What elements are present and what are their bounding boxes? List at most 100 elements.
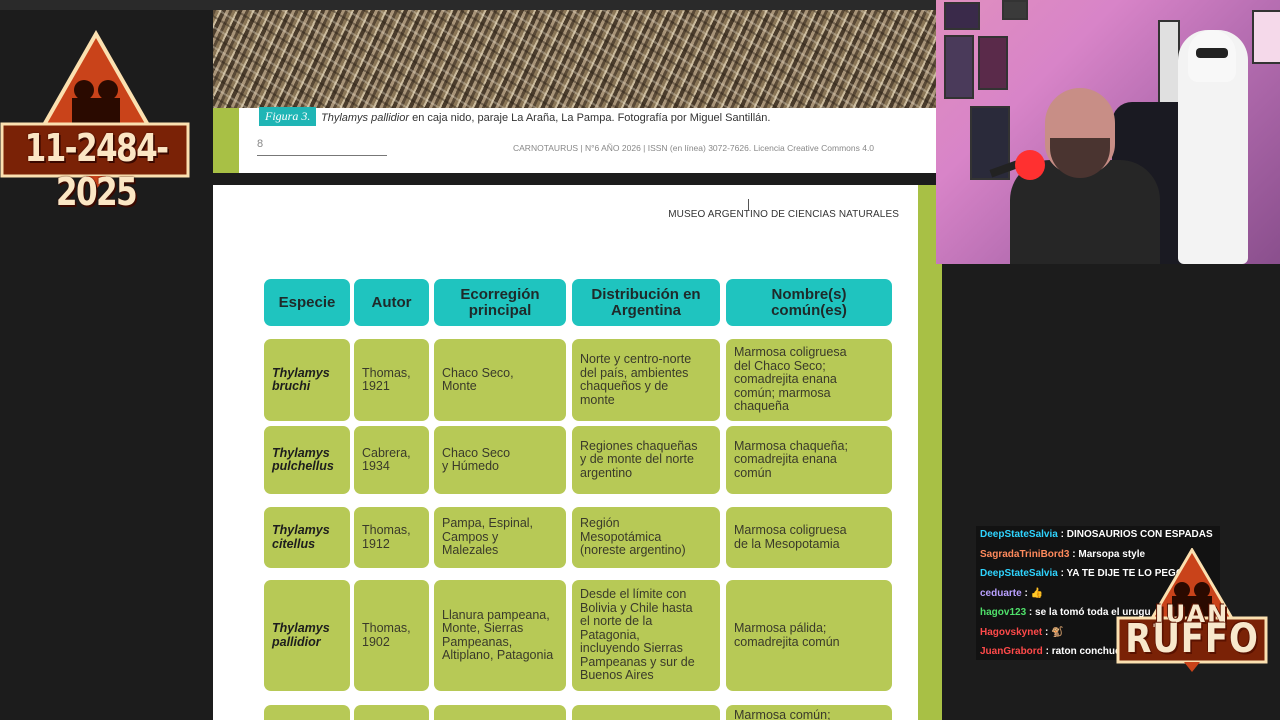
poster <box>1002 0 1028 20</box>
caption-species: Thylamys pallidior <box>321 112 410 124</box>
page-side-bar <box>213 108 239 173</box>
table-cell-common: Marmosa chaqueña; comadrejita enana comú… <box>726 426 892 494</box>
table-cell-author: Thomas, 1912 <box>354 507 429 568</box>
chat-separator: : <box>1057 529 1067 540</box>
microphone-icon <box>1015 150 1045 180</box>
journal-footer: CARNOTAURUS | N°6 AÑO 2026 | ISSN (en lí… <box>513 143 875 153</box>
chat-username[interactable]: hagov123 <box>980 607 1026 618</box>
table-cell-ecoregion: Chaco Seco, Monte <box>434 339 566 421</box>
chat-username[interactable]: Hagovskynet <box>980 627 1042 638</box>
poster <box>978 36 1008 90</box>
table-cell-text: Desde el límite con Bolivia y Chile hast… <box>580 587 695 683</box>
table-cell-distribution: Región Mesopotámica (noreste argentino) <box>572 507 720 568</box>
poster <box>944 2 980 30</box>
stormtrooper-visor <box>1196 48 1228 58</box>
table-cell-species: Thylamys bruchi <box>264 339 350 421</box>
chat-text: DINOSAURIOS CON ESPADAS <box>1066 529 1213 540</box>
page-number: 8 <box>257 138 264 150</box>
chat-separator: : <box>1026 607 1036 618</box>
table-cell-ecoregion: Chaco Seco y Húmedo <box>434 426 566 494</box>
table-cell-text: Marmosa pálida; comadrejita común <box>734 621 840 649</box>
table-header-label: Autor <box>371 293 412 311</box>
chat-username[interactable]: SagradaTriniBord3 <box>980 549 1069 560</box>
table-cell-author: Thomas, 1921 <box>354 339 429 421</box>
table-header-cell: Nombre(s) común(es) <box>726 279 892 326</box>
chat-username[interactable]: ceduarte <box>980 588 1022 599</box>
table-cell-text: Marmosa coligruesa de la Mesopotamia <box>734 523 847 551</box>
table-header-cell: Ecorregión principal <box>434 279 566 326</box>
table-header-cell: Distribución en Argentina <box>572 279 720 326</box>
table-cell-text: Thylamys citellus <box>272 523 330 551</box>
table-cell-text: Marmosa chaqueña; comadrejita enana comú… <box>734 438 848 480</box>
table-cell-ecoregion: Pampa, Espinal, Campos y Malezales <box>434 507 566 568</box>
museum-header: MUSEO ARGENTINO DE CIENCIAS NATURALES <box>668 209 899 220</box>
table-cell-text: Regiones chaqueñas y de monte del norte … <box>580 438 698 480</box>
chat-text: raton conchud <box>1051 646 1122 657</box>
table-cell-text: Llanura pampeana, Monte, Sierras Pampean… <box>442 607 554 662</box>
table-cell-author: Thomas, 1902 <box>354 580 429 691</box>
table-cell-text: Thylamys pallidior <box>272 621 330 649</box>
logo-line2: RUFFO <box>1125 616 1259 662</box>
poster <box>1252 10 1280 64</box>
table-cell-species: Thylamys pallidior <box>264 580 350 691</box>
table-cell-distribution: Norte y centro-norte del país, ambientes… <box>572 339 720 421</box>
table-header-cell: Autor <box>354 279 429 326</box>
chat-message: Hagovskynet : 🐒 <box>980 627 1064 638</box>
table-cell-common: Marmosa pálida; comadrejita común <box>726 580 892 691</box>
table-cell-text: Norte y centro-norte del país, ambientes… <box>580 352 692 407</box>
table-cell-distribution: Desde el límite con Bolivia y Chile hast… <box>572 580 720 691</box>
table-header-label: Ecorregión principal <box>460 285 540 319</box>
phone-number-text: 11-2484-2025 <box>24 126 169 214</box>
bookshelf <box>1158 20 1180 104</box>
page-side-bar-main <box>918 185 942 720</box>
chat-message: JuanGrabord : raton conchud <box>980 646 1121 657</box>
table-header-cell: Especie <box>264 279 350 326</box>
table-cell-text: Región Mesopotámica (noreste argentino) <box>580 516 686 558</box>
chat-separator: : <box>1021 587 1031 599</box>
nest-photo <box>213 10 936 108</box>
table-cell-common: Marmosa coligruesa del Chaco Seco; comad… <box>726 339 892 421</box>
table-cell-common: Marmosa común; <box>726 705 892 720</box>
text-cursor-icon <box>748 199 749 211</box>
caption-text: en caja nido, paraje La Araña, La Pampa.… <box>409 112 771 124</box>
figure-label: Figura 3. <box>259 107 317 126</box>
table-cell-text: Chaco Seco, Monte <box>442 365 514 393</box>
table-cell-text: Thylamys pulchellus <box>272 445 334 473</box>
chat-message: DeepStateSalvia : DINOSAURIOS CON ESPADA… <box>980 529 1213 540</box>
table-cell-distribution: Regiones chaqueñas y de monte del norte … <box>572 426 720 494</box>
chat-text: 👍 <box>1030 587 1044 599</box>
chat-separator: : <box>1042 646 1052 657</box>
table-cell-text: Thylamys bruchi <box>272 365 330 393</box>
table-cell-common: Marmosa coligruesa de la Mesopotamia <box>726 507 892 568</box>
channel-logo: JUAN RUFFO <box>1112 548 1272 673</box>
poster <box>944 35 974 99</box>
chat-message: ceduarte : 👍 <box>980 588 1043 599</box>
table-header-label: Especie <box>278 293 336 311</box>
phone-number-overlay: 11-2484-2025 <box>0 30 192 214</box>
page-rule <box>257 155 387 156</box>
table-cell-species: Thylamys citellus <box>264 507 350 568</box>
chat-username[interactable]: JuanGrabord <box>980 646 1043 657</box>
table-cell-text: Cabrera, 1934 <box>362 445 411 473</box>
table-cell-text: Marmosa coligruesa del Chaco Seco; comad… <box>734 345 847 414</box>
table-cell-ecoregion: Llanura pampeana, Monte, Sierras Pampean… <box>434 580 566 691</box>
table-cell-text: Thomas, 1902 <box>362 621 411 649</box>
table-cell-text: Thomas, 1921 <box>362 365 411 393</box>
chat-separator: : <box>1042 626 1052 638</box>
table-cell-text: Thomas, 1912 <box>362 523 411 551</box>
table-cell-ecoregion <box>434 705 566 720</box>
table-cell-author: Cabrera, 1934 <box>354 426 429 494</box>
chat-username[interactable]: DeepStateSalvia <box>980 529 1058 540</box>
table-header-label: Nombre(s) común(es) <box>771 285 847 319</box>
table-cell-text: Marmosa común; <box>734 708 831 720</box>
chat-separator: : <box>1057 568 1067 579</box>
table-cell-species: Thylamys pulchellus <box>264 426 350 494</box>
table-cell-text: Chaco Seco y Húmedo <box>442 445 511 473</box>
document-page-top: Figura 3. Thylamys pallidior en caja nid… <box>213 10 936 173</box>
chat-text: 🐒 <box>1051 626 1064 638</box>
chat-username[interactable]: DeepStateSalvia <box>980 568 1058 579</box>
table-cell-author <box>354 705 429 720</box>
table-cell-distribution <box>572 705 720 720</box>
table-cell-species <box>264 705 350 720</box>
document-page-main: MUSEO ARGENTINO DE CIENCIAS NATURALES Es… <box>213 185 918 720</box>
